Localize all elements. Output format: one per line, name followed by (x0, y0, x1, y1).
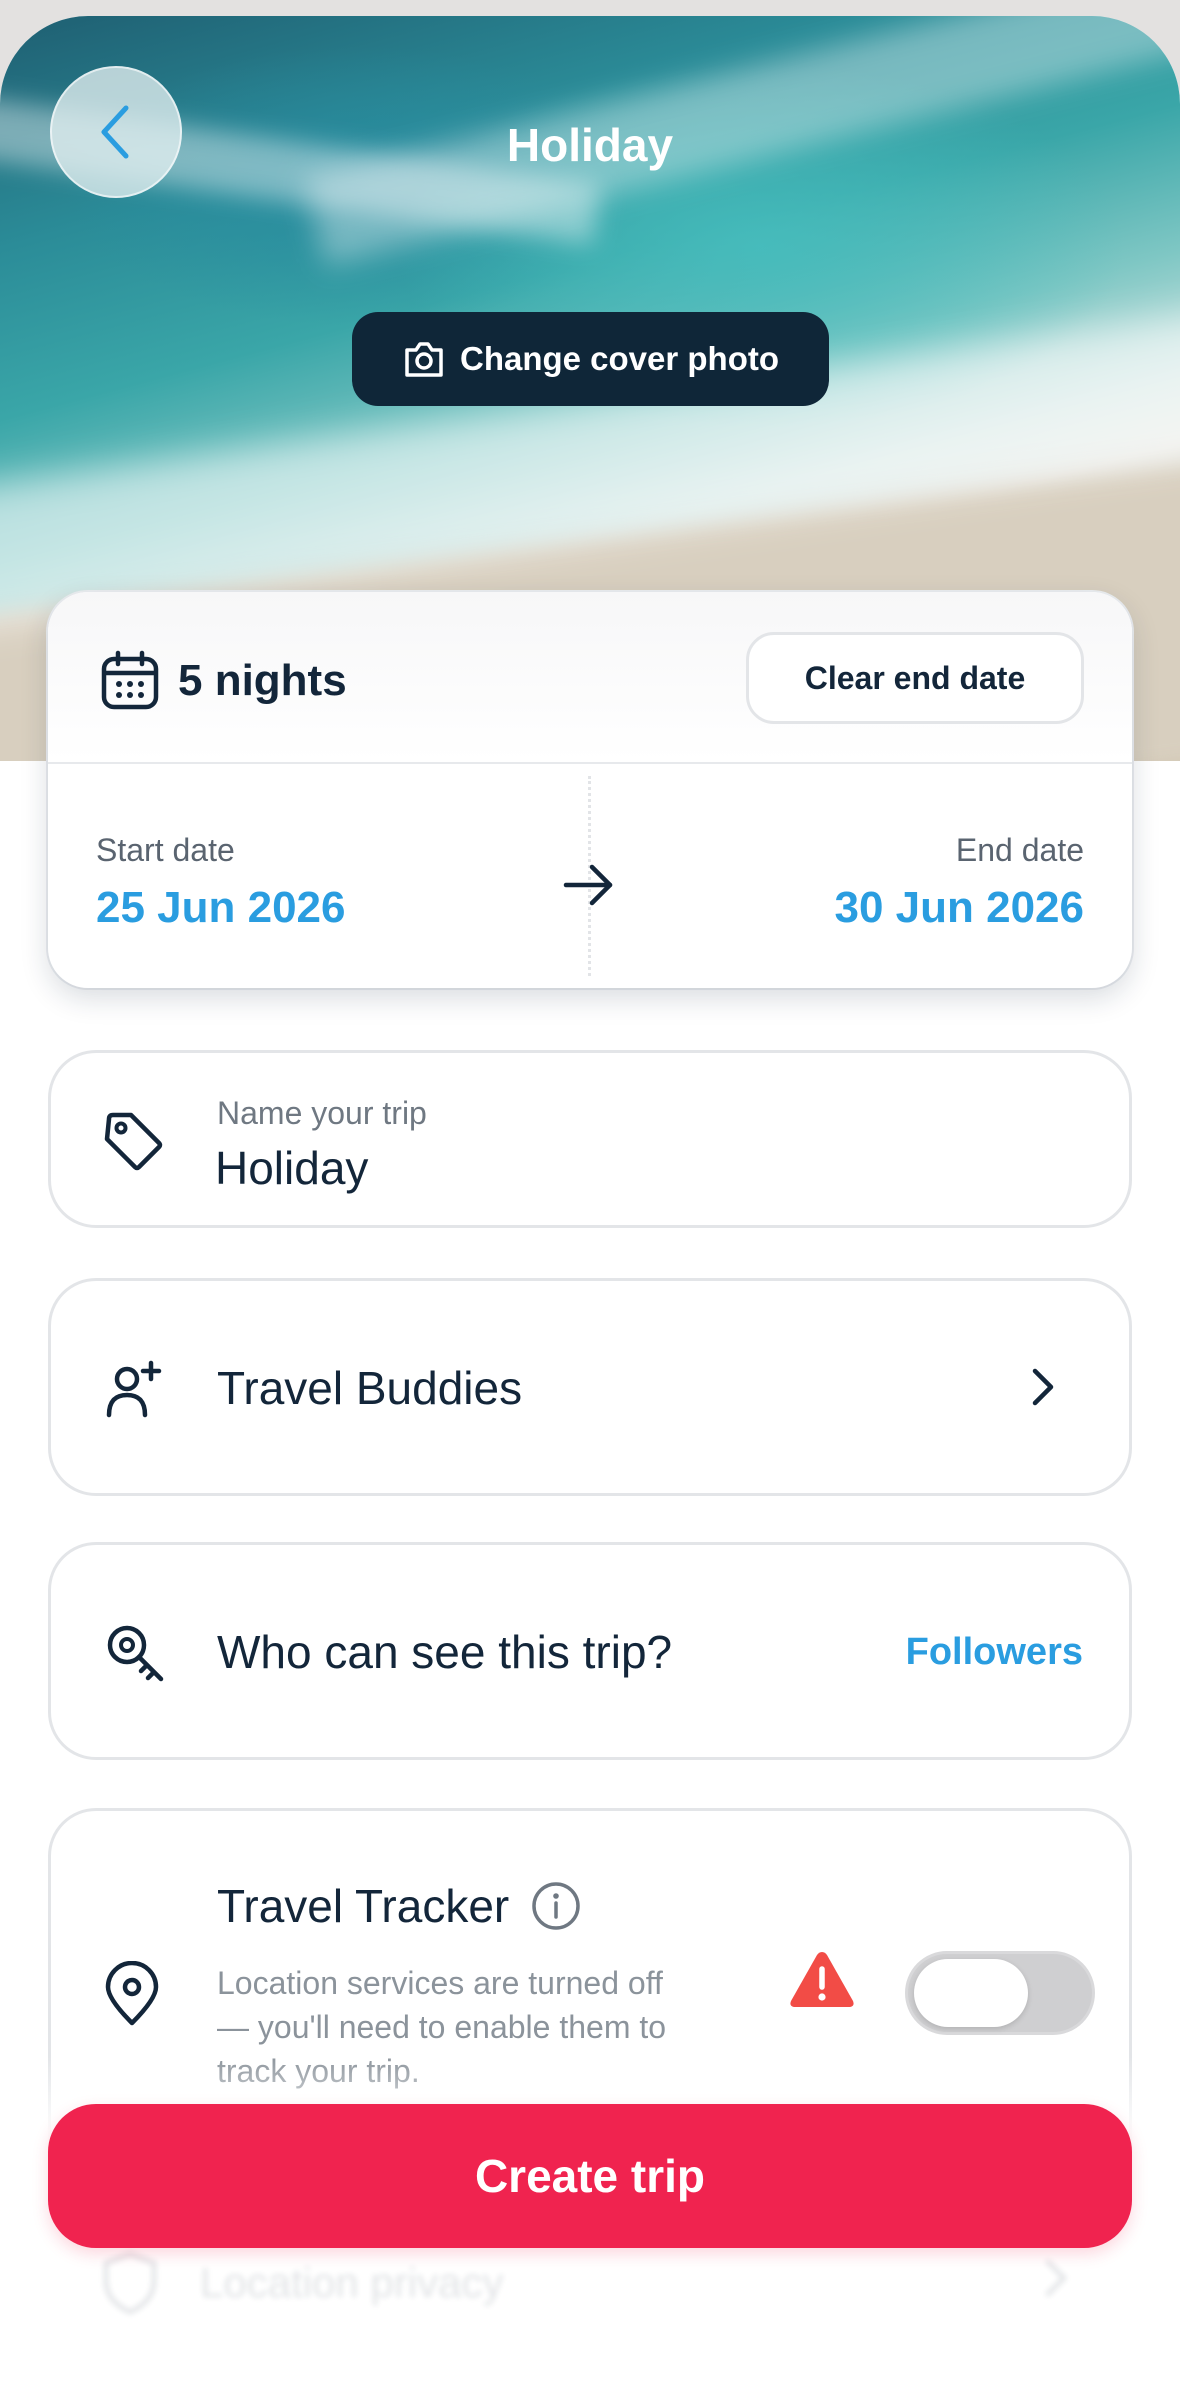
travel-buddies-row[interactable]: Travel Buddies (48, 1278, 1132, 1496)
warning-icon (790, 1952, 854, 2007)
clear-end-date-button[interactable]: Clear end date (746, 632, 1084, 724)
travel-tracker-title: Travel Tracker (217, 1879, 581, 1933)
start-date-value[interactable]: 25 Jun 2026 (96, 883, 346, 933)
visibility-question: Who can see this trip? (217, 1626, 673, 1678)
create-trip-button[interactable]: Create trip (48, 2104, 1132, 2248)
end-date-value[interactable]: 30 Jun 2026 (835, 883, 1085, 933)
add-person-icon (106, 1360, 162, 1418)
travel-tracker-label: Travel Tracker (217, 1880, 510, 1932)
trip-name-field[interactable]: Name your trip (48, 1050, 1132, 1228)
visibility-value[interactable]: Followers (906, 1631, 1083, 1674)
camera-icon (405, 342, 443, 377)
start-date[interactable]: Start date 25 Jun 2026 (96, 832, 346, 933)
toggle-knob (914, 1959, 1028, 2027)
location-privacy-row: Location privacy (100, 2250, 504, 2316)
change-cover-photo-label: Change cover photo (459, 340, 780, 377)
tag-icon (104, 1112, 163, 1171)
travel-buddies-label: Travel Buddies (217, 1362, 523, 1414)
create-trip-screen: Holiday Change cover photo 5 nights Clea… (0, 16, 1180, 2396)
info-icon[interactable] (531, 1881, 581, 1931)
trip-name-label: Name your trip (217, 1095, 427, 1131)
location-privacy-label: Location privacy (200, 2259, 504, 2306)
arrow-right-icon (563, 864, 613, 906)
chevron-right-icon (1045, 2259, 1068, 2297)
key-search-icon (107, 1625, 164, 1682)
page-title: Holiday (506, 119, 674, 171)
nights-count: 5 nights (100, 650, 347, 712)
trip-name-input[interactable] (215, 1141, 1075, 1195)
date-card-header: 5 nights Clear end date (48, 592, 1132, 764)
change-cover-photo-button[interactable]: Change cover photo (352, 312, 829, 406)
date-card: 5 nights Clear end date Start date 25 Ju… (48, 592, 1132, 988)
start-date-label: Start date (96, 832, 235, 868)
chevron-right-icon (1032, 1368, 1054, 1406)
calendar-icon (101, 650, 159, 710)
travel-tracker-toggle[interactable] (905, 1951, 1095, 2035)
end-date[interactable]: End date 30 Jun 2026 (835, 832, 1085, 933)
location-pin-icon (105, 1961, 159, 2026)
end-date-label: End date (955, 832, 1084, 868)
trip-visibility-row[interactable]: Who can see this trip? Followers (48, 1542, 1132, 1760)
shield-icon (103, 2251, 157, 2315)
nights-label: 5 nights (178, 656, 347, 705)
